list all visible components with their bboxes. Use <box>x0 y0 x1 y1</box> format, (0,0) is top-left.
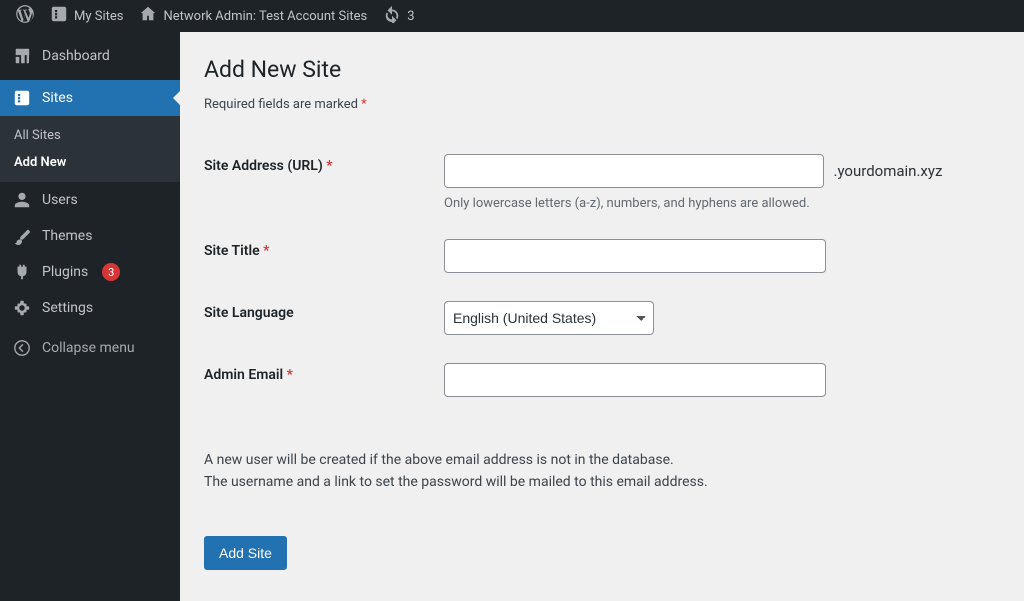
updates-count: 3 <box>407 9 414 24</box>
info-line-1: A new user will be created if the above … <box>204 449 1000 471</box>
network-admin-link[interactable]: Network Admin: Test Account Sites <box>131 0 375 32</box>
required-mark: * <box>326 158 332 174</box>
settings-icon <box>12 298 32 318</box>
network-admin-label: Network Admin: Test Account Sites <box>163 9 367 24</box>
admin-email-input[interactable] <box>444 363 826 397</box>
info-block: A new user will be created if the above … <box>204 449 1000 494</box>
collapse-label: Collapse menu <box>42 340 135 356</box>
menu-users[interactable]: Users <box>0 182 180 218</box>
sites-icon <box>50 5 68 27</box>
required-mark: * <box>361 97 367 112</box>
home-icon <box>139 5 157 27</box>
required-mark: * <box>287 367 293 383</box>
label-admin-email-text: Admin Email <box>204 367 287 383</box>
domain-suffix: .yourdomain.xyz <box>833 162 942 180</box>
menu-themes-label: Themes <box>42 228 92 244</box>
menu-dashboard-label: Dashboard <box>42 48 110 64</box>
update-icon <box>383 5 401 27</box>
collapse-menu[interactable]: Collapse menu <box>0 330 180 366</box>
required-note: Required fields are marked * <box>204 97 1000 112</box>
brush-icon <box>12 226 32 246</box>
menu-sites-label: Sites <box>42 90 73 106</box>
menu-users-label: Users <box>42 192 78 208</box>
plugin-icon <box>12 262 32 282</box>
site-language-select[interactable]: English (United States) <box>444 301 654 335</box>
menu-settings-label: Settings <box>42 300 93 316</box>
label-site-address-text: Site Address (URL) <box>204 158 326 174</box>
main-content: Add New Site Required fields are marked … <box>180 32 1024 601</box>
submenu-sites: All Sites Add New <box>0 116 180 182</box>
updates-link[interactable]: 3 <box>375 0 422 32</box>
site-address-input[interactable] <box>444 154 824 188</box>
required-note-text: Required fields are marked <box>204 97 361 112</box>
admin-menu: Dashboard Sites All Sites Add New Users … <box>0 32 180 601</box>
site-address-help: Only lowercase letters (a-z), numbers, a… <box>444 196 990 211</box>
add-site-button[interactable]: Add Site <box>204 536 287 570</box>
label-site-address: Site Address (URL) * <box>204 140 444 225</box>
label-admin-email: Admin Email * <box>204 349 444 411</box>
menu-dashboard[interactable]: Dashboard <box>0 32 180 80</box>
menu-sites[interactable]: Sites <box>0 80 180 116</box>
plugins-update-badge: 3 <box>102 263 120 281</box>
menu-settings[interactable]: Settings <box>0 290 180 326</box>
wp-logo[interactable] <box>8 0 42 32</box>
dashboard-icon <box>12 46 32 66</box>
my-sites-label: My Sites <box>74 9 123 24</box>
required-mark: * <box>263 243 269 259</box>
info-line-2: The username and a link to set the passw… <box>204 471 1000 493</box>
add-site-form: Site Address (URL) * .yourdomain.xyz Onl… <box>204 140 1000 411</box>
my-sites-link[interactable]: My Sites <box>42 0 131 32</box>
label-site-language: Site Language <box>204 287 444 349</box>
wordpress-icon <box>16 5 34 27</box>
menu-plugins[interactable]: Plugins 3 <box>0 254 180 290</box>
site-title-input[interactable] <box>444 239 826 273</box>
menu-themes[interactable]: Themes <box>0 218 180 254</box>
sites-icon <box>12 88 32 108</box>
admin-bar: My Sites Network Admin: Test Account Sit… <box>0 0 1024 32</box>
label-site-title-text: Site Title <box>204 243 263 259</box>
users-icon <box>12 190 32 210</box>
collapse-icon <box>12 338 32 358</box>
page-title: Add New Site <box>204 56 1000 83</box>
menu-plugins-label: Plugins <box>42 264 88 280</box>
submenu-all-sites[interactable]: All Sites <box>0 122 180 149</box>
label-site-title: Site Title * <box>204 225 444 287</box>
submenu-add-new[interactable]: Add New <box>0 149 180 176</box>
